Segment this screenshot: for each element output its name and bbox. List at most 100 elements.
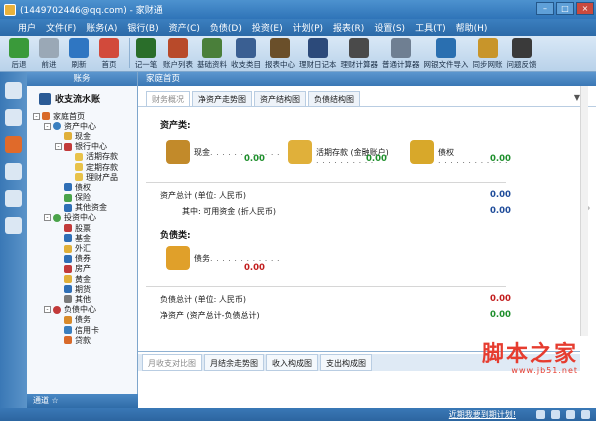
net-assets-label: 净资产 (资产总计-负债总计): [160, 311, 260, 320]
tree-node-icon: [64, 254, 72, 263]
globe-icon[interactable]: [5, 217, 22, 234]
tree-item[interactable]: 债务: [27, 315, 137, 325]
toolbar-button[interactable]: 基础资料: [197, 38, 227, 70]
tree-item[interactable]: 期货: [27, 284, 137, 294]
forward-arrow-icon: [39, 38, 59, 58]
sidebar-footer[interactable]: 通道 ☆: [27, 394, 138, 408]
tree-item[interactable]: 活期存款: [27, 152, 137, 162]
toolbar-button[interactable]: 同步网账: [473, 38, 503, 70]
star-icon[interactable]: [5, 136, 22, 153]
toolbar-button[interactable]: 理财日记本: [299, 38, 337, 70]
tree-item[interactable]: - 资产中心: [27, 121, 137, 131]
tree-item[interactable]: 股票: [27, 223, 137, 233]
tree-item[interactable]: 保险: [27, 193, 137, 203]
tree-item[interactable]: 房产: [27, 264, 137, 274]
vertical-scrollbar[interactable]: [580, 86, 588, 336]
tree-item[interactable]: 定期存款: [27, 162, 137, 172]
tree-toggle-icon[interactable]: -: [44, 214, 51, 222]
tab[interactable]: 净资产走势图: [192, 91, 252, 106]
tree-item[interactable]: 其他: [27, 294, 137, 304]
tree-item[interactable]: 其他资金: [27, 203, 137, 213]
tree-node-icon: [53, 305, 61, 314]
tab[interactable]: 财务概况: [146, 91, 190, 106]
close-button[interactable]: ×: [576, 2, 594, 15]
settings-icon[interactable]: [5, 190, 22, 207]
watermark: 脚本之家 www.jb51.net: [482, 336, 578, 375]
menu-item[interactable]: 计划(P): [291, 21, 325, 34]
toolbar-button[interactable]: 后退: [6, 38, 32, 70]
tree-item[interactable]: 信用卡: [27, 325, 137, 335]
toolbar-button-label: 基础资料: [197, 60, 227, 69]
chart-tab[interactable]: 月收支对比图: [142, 354, 202, 371]
toolbar-button[interactable]: 网银文件导入: [424, 38, 469, 70]
menu-item[interactable]: 账务(A): [84, 21, 119, 34]
toolbar-button[interactable]: 前进: [36, 38, 62, 70]
window-icon[interactable]: [5, 109, 22, 126]
menu-item[interactable]: 帮助(H): [454, 21, 490, 34]
menu-item[interactable]: 设置(S): [372, 21, 407, 34]
toolbar-button[interactable]: 刷新: [66, 38, 92, 70]
chart-icon[interactable]: [5, 163, 22, 180]
menu-item[interactable]: 工具(T): [413, 21, 448, 34]
toolbar-button[interactable]: 首页: [96, 38, 122, 70]
available-funds-value: 0.00: [490, 206, 511, 216]
toolbar-button-label: 收支类目: [231, 60, 261, 69]
category-icon: [236, 38, 256, 58]
tree-toggle-icon[interactable]: -: [44, 122, 51, 130]
maximize-button[interactable]: □: [556, 2, 574, 15]
tree-item[interactable]: 基金: [27, 233, 137, 243]
left-rail: [0, 72, 27, 408]
debt-icon: [166, 246, 190, 270]
due-plans-link[interactable]: 近期我要到期计划!: [449, 408, 516, 421]
menu-item[interactable]: 投资(E): [250, 21, 285, 34]
tree-item[interactable]: 债权: [27, 182, 137, 192]
tab[interactable]: 资产结构图: [254, 91, 306, 106]
toolbar-button[interactable]: 报表中心: [265, 38, 295, 70]
menu-item[interactable]: 文件(F): [44, 21, 78, 34]
tree-node-icon: [64, 193, 72, 202]
menu-item[interactable]: 用户: [16, 21, 38, 34]
total-liabilities-value: 0.00: [490, 294, 511, 304]
tab[interactable]: 负债结构图: [308, 91, 360, 106]
toolbar-button-label: 记一笔: [134, 60, 158, 69]
chart-tab[interactable]: 月结余走势图: [204, 354, 264, 371]
menu-item[interactable]: 报表(R): [331, 21, 366, 34]
tree-toggle-icon[interactable]: -: [33, 112, 40, 120]
tree-node-icon: [64, 336, 72, 345]
tree-item[interactable]: - 负债中心: [27, 305, 137, 315]
toolbar-button[interactable]: 记一笔: [133, 38, 159, 70]
tree-item[interactable]: 债券: [27, 254, 137, 264]
menu-item[interactable]: 资产(C): [167, 21, 202, 34]
chart-tab[interactable]: 收入构成图: [266, 354, 318, 371]
tree-node-icon: [75, 163, 83, 172]
tree-item[interactable]: - 银行中心: [27, 142, 137, 152]
toolbar-button[interactable]: 理财计算器: [341, 38, 378, 70]
status-icon[interactable]: [566, 410, 575, 419]
tree-item[interactable]: 贷款: [27, 335, 137, 345]
toolbar-button[interactable]: 账户列表: [163, 38, 193, 70]
chart-tab[interactable]: 支出构成图: [320, 354, 372, 371]
toolbar-button[interactable]: 问题反馈: [507, 38, 537, 70]
tree-item[interactable]: - 家庭首页: [27, 111, 137, 121]
status-icon[interactable]: [581, 410, 590, 419]
asset-current-deposit-value: 0.00: [366, 154, 387, 164]
toolbar-button[interactable]: 普通计算器: [382, 38, 420, 70]
minimize-button[interactable]: –: [536, 2, 554, 15]
menu-item[interactable]: 银行(B): [125, 21, 160, 34]
tree-item[interactable]: 现金: [27, 131, 137, 141]
status-icon[interactable]: [551, 410, 560, 419]
tree-item[interactable]: 黄金: [27, 274, 137, 284]
status-icon[interactable]: [536, 410, 545, 419]
ledger-icon[interactable]: [5, 82, 22, 99]
tree-item[interactable]: - 投资中心: [27, 213, 137, 223]
ledger-book-icon: [39, 92, 51, 105]
menu-item[interactable]: 负债(D): [208, 21, 244, 34]
tree-toggle-icon[interactable]: -: [55, 143, 62, 151]
tree-toggle-icon[interactable]: -: [44, 306, 51, 314]
tree-node-icon: [64, 264, 72, 273]
tree-item[interactable]: 外汇: [27, 243, 137, 253]
pen-icon: [136, 38, 156, 58]
toolbar-button[interactable]: 收支类目: [231, 38, 261, 70]
tree-item[interactable]: 理财产品: [27, 172, 137, 182]
asset-cash-value: 0.00: [244, 154, 265, 164]
